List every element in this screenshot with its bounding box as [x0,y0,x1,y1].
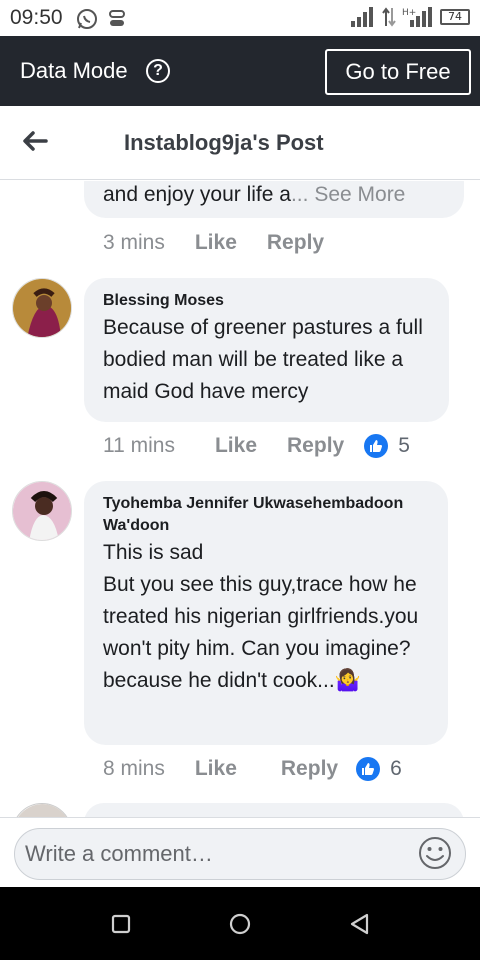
like-button[interactable]: Like [215,434,257,458]
reaction-count[interactable]: 5 [398,434,410,458]
thumbs-up-icon[interactable] [364,434,389,458]
go-to-free-button[interactable]: Go to Free [325,49,471,95]
post-header: Instablog9ja's Post [0,106,480,180]
page-title: Instablog9ja's Post [124,130,324,155]
avatar[interactable] [12,803,72,817]
see-more-link[interactable]: See More [308,183,405,206]
comment-text: This is sad But you see this guy,trace h… [103,541,419,692]
back-triangle-icon[interactable] [345,909,375,939]
comment-author[interactable]: Tyohemba Jennifer Ukwasehembadoon Wa'doo… [103,493,429,537]
thumbs-up-icon[interactable] [356,757,381,781]
comment-text: Because of greener pastures a full bodie… [103,316,423,403]
shrug-emoji: 🤷‍♀️ [334,669,361,692]
reply-button[interactable]: Reply [287,434,344,458]
home-circle-icon[interactable] [225,909,255,939]
comment-bubble[interactable] [84,803,464,817]
comment-meta: 11 mins Like Reply 5 [103,434,410,458]
comment-input[interactable]: Write a comment… [14,828,466,880]
avatar[interactable] [12,278,72,338]
battery-indicator: 74 [440,9,470,25]
like-button[interactable]: Like [195,757,237,781]
status-bar: 09:50 H+ 74 [0,0,480,36]
data-transfer-icon [382,7,396,27]
comment-bubble[interactable]: Tyohemba Jennifer Ukwasehembadoon Wa'doo… [84,481,448,745]
svg-text:H+: H+ [402,8,416,18]
comment-time[interactable]: 8 mins [103,757,165,781]
system-nav-bar [0,887,480,960]
smiley-icon[interactable] [418,836,452,870]
comment-composer: Write a comment… [0,817,480,887]
network-hplus-icon: H+ [402,7,432,27]
comment-bubble[interactable]: and enjoy your life a... See More [84,181,464,218]
comment-text: and enjoy your life a... See More [103,183,406,206]
comment-time[interactable]: 11 mins [103,434,175,458]
signal-icon [351,7,373,27]
info-icon[interactable]: ? [146,59,170,83]
data-mode-label: Data Mode [20,58,128,83]
reply-button[interactable]: Reply [281,757,338,781]
whatsapp-icon [77,9,97,29]
avatar[interactable] [12,481,72,541]
comment-meta: 3 mins Like Reply [103,231,354,255]
data-saver-icon [109,10,125,26]
status-time: 09:50 [10,6,63,29]
back-arrow-icon[interactable] [20,126,50,156]
comment-author[interactable]: Blessing Moses [103,290,430,312]
reaction-count[interactable]: 6 [390,757,402,781]
comment-bubble[interactable]: Blessing Moses Because of greener pastur… [84,278,449,422]
recents-square-icon[interactable] [106,909,136,939]
reply-button[interactable]: Reply [267,231,324,255]
comment-meta: 8 mins Like Reply 6 [103,757,402,781]
like-button[interactable]: Like [195,231,237,255]
data-mode-bar: Data Mode ? Go to Free [0,36,480,106]
comments-list[interactable]: and enjoy your life a... See More 3 mins… [0,181,480,817]
comment-time[interactable]: 3 mins [103,231,165,255]
